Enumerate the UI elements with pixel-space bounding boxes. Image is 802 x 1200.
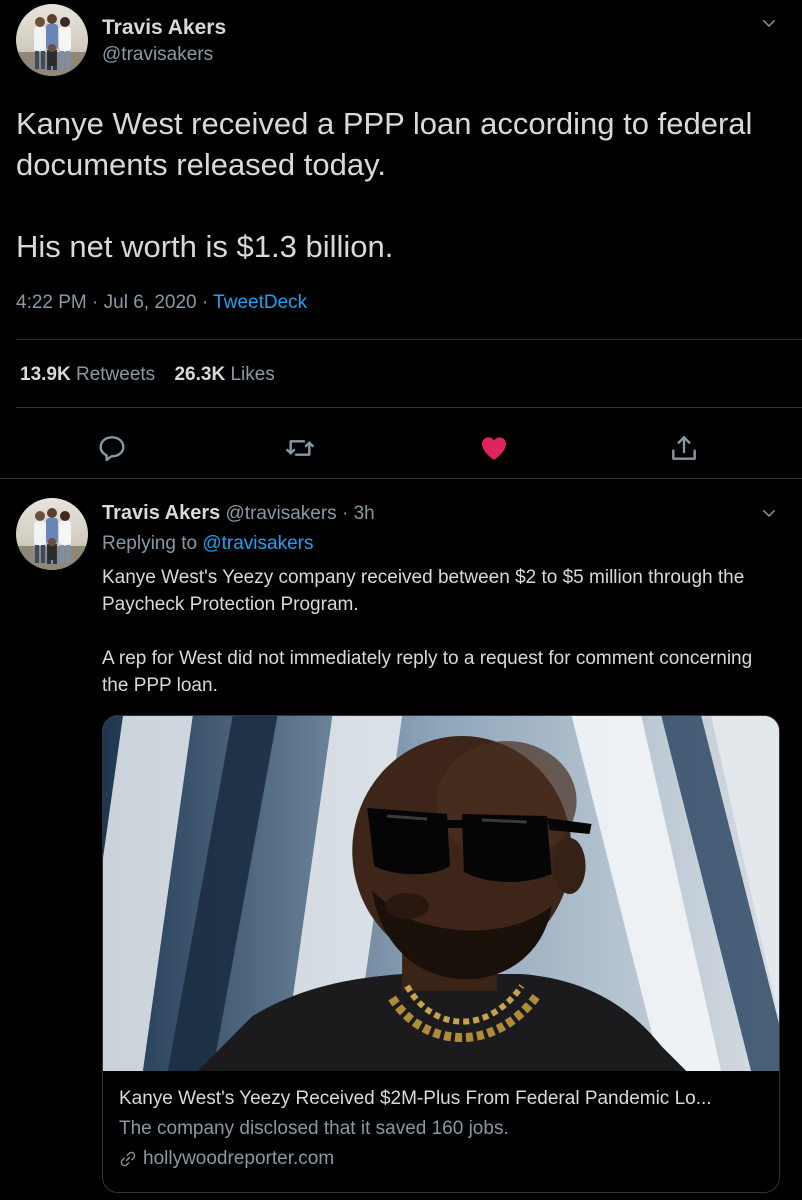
reply-header: Travis Akers @travisakers · 3h xyxy=(102,502,375,525)
comment-icon[interactable] xyxy=(96,432,128,464)
author-avatar[interactable] xyxy=(16,4,88,76)
card-title: Kanye West's Yeezy Received $2M-Plus Fro… xyxy=(119,1088,712,1109)
reply-author-avatar[interactable] xyxy=(16,498,88,570)
retweets-label: Retweets xyxy=(75,364,156,385)
replying-to-handle[interactable]: @travisakers xyxy=(202,533,313,554)
tweet-time[interactable]: 4:22 PM xyxy=(16,292,87,313)
retweets-count: 13.9K xyxy=(20,364,71,385)
likes-stat[interactable]: 26.3K Likes xyxy=(174,364,274,385)
share-icon[interactable] xyxy=(668,432,700,464)
divider xyxy=(16,339,802,340)
card-body: Kanye West's Yeezy Received $2M-Plus Fro… xyxy=(119,1084,767,1174)
meta-separator: · xyxy=(92,292,104,313)
chevron-down-icon[interactable] xyxy=(760,504,778,522)
card-domain: hollywoodreporter.com xyxy=(119,1144,767,1174)
reply-text: Kanye West's Yeezy company received betw… xyxy=(102,567,753,696)
replying-to: Replying to @travisakers xyxy=(102,533,314,555)
author-handle[interactable]: @travisakers xyxy=(102,44,213,66)
tweet-stats: 13.9K Retweets 26.3K Likes xyxy=(20,364,289,386)
link-icon xyxy=(119,1150,137,1168)
card-domain-text: hollywoodreporter.com xyxy=(143,1148,335,1169)
tweet-text: Kanye West received a PPP loan according… xyxy=(16,106,753,264)
meta-separator: · xyxy=(201,292,214,313)
tweet-source[interactable]: TweetDeck xyxy=(213,292,307,313)
likes-count: 26.3K xyxy=(174,364,226,385)
meta-separator: · xyxy=(341,503,354,524)
chevron-down-icon[interactable] xyxy=(760,14,778,32)
reply-author-handle[interactable]: @travisakers xyxy=(226,503,337,524)
retweet-icon[interactable] xyxy=(284,432,316,464)
likes-label: Likes xyxy=(230,364,275,385)
card-description: The company disclosed that it saved 160 … xyxy=(119,1118,509,1139)
retweets-stat[interactable]: 13.9K Retweets xyxy=(20,364,160,385)
author-name[interactable]: Travis Akers xyxy=(102,16,226,40)
tweet-meta: 4:22 PM · Jul 6, 2020 · TweetDeck xyxy=(16,292,307,314)
reply-author-name[interactable]: Travis Akers xyxy=(102,502,220,524)
card-image xyxy=(103,716,779,1071)
replying-prefix: Replying to xyxy=(102,533,198,554)
heart-icon[interactable] xyxy=(478,432,510,464)
divider xyxy=(0,478,802,479)
tweet-date[interactable]: Jul 6, 2020 xyxy=(104,292,197,313)
link-card[interactable]: Kanye West's Yeezy Received $2M-Plus Fro… xyxy=(102,715,780,1193)
reply-age[interactable]: 3h xyxy=(354,503,375,524)
divider xyxy=(16,407,802,408)
